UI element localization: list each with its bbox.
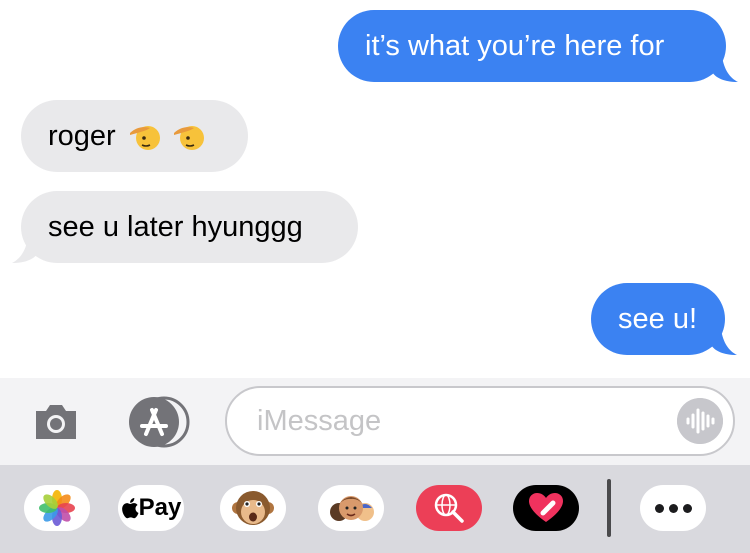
incoming-message[interactable]: see u later hyunggg — [21, 191, 358, 263]
saluting-face-icon — [129, 126, 160, 151]
outgoing-message[interactable]: see u! — [591, 283, 725, 355]
message-input-bar: iMessage — [0, 378, 750, 465]
animoji-button[interactable] — [220, 485, 286, 531]
message-text: see u later hyunggg — [48, 211, 303, 243]
outgoing-message[interactable]: it’s what you’re here for — [338, 10, 726, 82]
photos-icon — [39, 490, 75, 526]
message-text: see u! — [618, 303, 697, 335]
message-text: it’s what you’re here for — [365, 30, 665, 62]
message-text: roger — [48, 120, 116, 152]
photos-app-button[interactable] — [24, 485, 90, 531]
web-search-app-button[interactable] — [416, 485, 482, 531]
apple-pay-icon: Pay — [121, 494, 182, 522]
bubble-tail — [712, 56, 738, 82]
apple-logo-icon — [121, 498, 139, 519]
digital-touch-button[interactable] — [513, 485, 579, 531]
drawer-divider — [607, 479, 611, 537]
more-apps-button[interactable] — [640, 485, 706, 531]
digital-touch-heart-icon — [529, 493, 563, 522]
memoji-stickers-icon — [330, 496, 374, 521]
camera-icon[interactable] — [32, 397, 80, 445]
saluting-face-icon — [173, 126, 204, 151]
message-thread: it’s what you’re here for roger see u la… — [0, 0, 750, 378]
apple-pay-label: Pay — [138, 494, 182, 521]
imessage-placeholder: iMessage — [257, 405, 382, 437]
app-drawer: Pay — [0, 465, 750, 553]
app-store-icon[interactable] — [124, 396, 192, 448]
more-apps-icon — [654, 503, 692, 513]
bubble-tail — [711, 329, 737, 355]
web-search-icon — [434, 493, 464, 523]
monkey-animoji-icon — [232, 491, 274, 525]
imessage-input[interactable]: iMessage — [225, 386, 735, 456]
memoji-stickers-button[interactable] — [318, 485, 384, 531]
apple-pay-button[interactable]: Pay — [118, 485, 184, 531]
bubble-tail — [12, 237, 38, 263]
incoming-message[interactable]: roger — [21, 100, 248, 172]
audio-waveform-icon[interactable] — [677, 398, 723, 444]
